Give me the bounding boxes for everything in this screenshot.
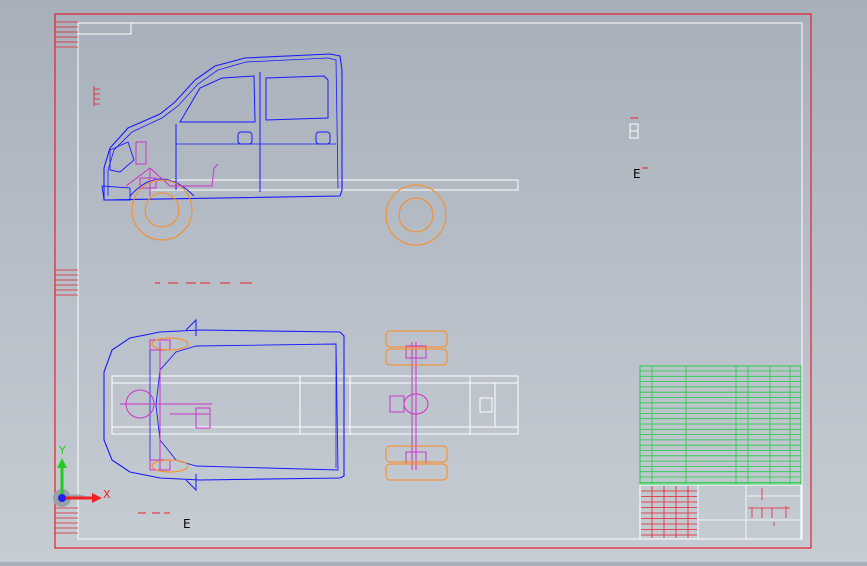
front-suspension xyxy=(125,141,219,196)
door-handle-rear xyxy=(315,131,331,145)
front-bumper xyxy=(101,185,131,201)
front-window xyxy=(179,75,256,123)
margin-hatch-top xyxy=(55,21,78,48)
steering-assembly xyxy=(120,339,212,471)
dimension-mark-left xyxy=(93,86,100,106)
revision-table xyxy=(641,490,697,536)
front-fascia xyxy=(109,141,135,173)
sheet-tab xyxy=(77,22,132,35)
side-frame-rail xyxy=(149,179,519,191)
drawing-frame xyxy=(54,13,812,549)
axis-label-x: X xyxy=(103,488,111,501)
annotation-mark-right xyxy=(629,117,648,169)
axis-label-y: Y xyxy=(58,444,66,457)
chassis-rails xyxy=(111,375,519,435)
cab-top-outline xyxy=(103,329,345,481)
cab-top-inner xyxy=(155,343,339,471)
rear-wheel xyxy=(385,184,447,246)
side-view[interactable] xyxy=(101,53,519,246)
section-label-right: E xyxy=(633,167,641,181)
rear-window xyxy=(265,75,329,121)
mirror-right xyxy=(185,474,197,492)
cab-outline-inner xyxy=(107,57,339,196)
title-block[interactable] xyxy=(639,365,802,540)
drawing-canvas[interactable]: E E Y X xyxy=(0,0,867,562)
mirror-left xyxy=(185,318,197,336)
parts-list-grid xyxy=(640,370,801,483)
top-view[interactable] xyxy=(103,318,519,492)
cad-viewport[interactable]: E E Y X xyxy=(0,0,867,562)
margin-hatch-bottom xyxy=(55,507,78,534)
front-wheel xyxy=(131,179,193,241)
door-handle-front xyxy=(237,131,253,145)
rear-axle xyxy=(389,342,429,470)
section-label-bottom: E xyxy=(183,517,191,531)
margin-hatch-middle xyxy=(55,269,78,296)
